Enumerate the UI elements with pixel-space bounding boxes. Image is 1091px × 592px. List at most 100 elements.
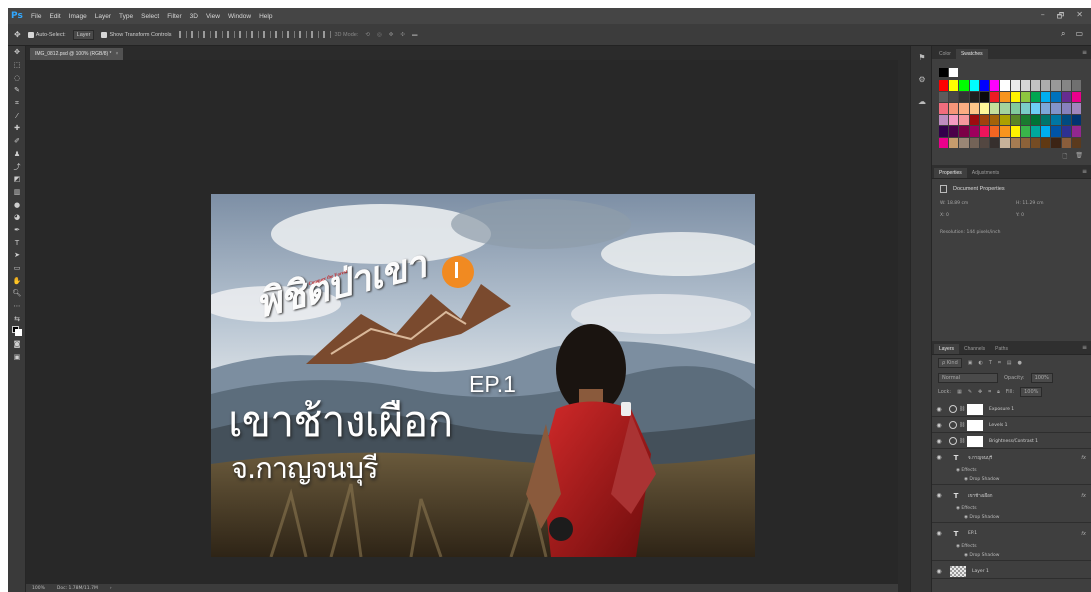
layer-row-text-ep[interactable]: ◉ T EP.1 fx <box>932 526 1091 541</box>
swatch-cell[interactable] <box>1071 80 1081 91</box>
document-tab[interactable]: IMG_0812.psd @ 100% (RGB/8) * × <box>30 48 124 60</box>
layer-row-text-province[interactable]: ◉ T จ.กาญจนบุรี fx <box>932 450 1091 465</box>
artwork-image[interactable]: พิชิตป่าเขา Conquer the Forest EP.1 เขาช… <box>211 194 755 557</box>
layer-row-levels[interactable]: ◉ ⛓ Levels 1 <box>932 418 1091 433</box>
swatch-cell[interactable] <box>949 114 959 125</box>
history-brush-tool-icon[interactable]: ⤴ <box>8 160 26 173</box>
swatch-cell[interactable] <box>1071 103 1081 114</box>
swatch-cell[interactable] <box>1020 114 1030 125</box>
zoom-level[interactable]: 100% <box>32 586 45 591</box>
menu-3d[interactable]: 3D <box>190 13 198 20</box>
swatch-cell[interactable] <box>1051 103 1061 114</box>
path-select-tool-icon[interactable]: ➤ <box>8 249 26 262</box>
libraries-panel-icon[interactable]: ☁ <box>911 90 933 112</box>
swatch-cell[interactable] <box>1041 91 1051 102</box>
swatch-cell[interactable] <box>1020 91 1030 102</box>
swatch-cell[interactable] <box>1010 137 1020 148</box>
swatch-cell[interactable] <box>990 137 1000 148</box>
swatch-cell[interactable] <box>1061 137 1071 148</box>
swatch-cell[interactable] <box>990 91 1000 102</box>
layer-row-text-title[interactable]: ◉ T เขาช้างเผือก fx <box>932 488 1091 503</box>
kind-filter-dropdown[interactable]: ρ Kind <box>938 358 962 368</box>
stamp-tool-icon[interactable]: ♟ <box>8 148 26 161</box>
swatch-cell[interactable] <box>979 137 990 148</box>
align-right-icon[interactable] <box>238 31 247 38</box>
swatch-cell[interactable] <box>969 91 979 102</box>
minimize-button[interactable]: – <box>1041 10 1045 24</box>
menu-select[interactable]: Select <box>141 13 159 20</box>
color-swatch-icon[interactable] <box>8 325 26 338</box>
visibility-eye-icon[interactable]: ◉ <box>932 530 946 537</box>
3d-scale-icon[interactable]: ▬ <box>412 32 418 38</box>
swatch-cell[interactable] <box>1051 80 1061 91</box>
swatch-cell[interactable] <box>959 91 969 102</box>
menu-view[interactable]: View <box>206 13 220 20</box>
swatch-cell[interactable] <box>1061 114 1071 125</box>
workspace-icon[interactable]: ▭ <box>1075 29 1083 39</box>
align-bottom-icon[interactable] <box>202 31 211 38</box>
lock-transparent-icon[interactable]: ▦ <box>957 389 962 395</box>
fx-icon[interactable]: fx <box>1081 455 1086 461</box>
swatch-cell[interactable] <box>990 114 1000 125</box>
type-tool-icon[interactable]: T <box>8 236 26 249</box>
swatch-cell[interactable] <box>1051 137 1061 148</box>
fx-icon[interactable]: fx <box>1081 531 1086 537</box>
swatch-cell[interactable] <box>1061 91 1071 102</box>
fx-icon[interactable]: fx <box>1081 493 1086 499</box>
screen-mode-icon[interactable]: ▣ <box>8 351 26 364</box>
healing-tool-icon[interactable]: ✚ <box>8 122 26 135</box>
swatch-cell[interactable] <box>1030 103 1041 114</box>
layer-mask-thumbnail[interactable] <box>967 419 983 431</box>
quick-select-tool-icon[interactable]: ✎ <box>8 84 26 97</box>
drop-shadow-row[interactable]: ◉ Drop Shadow <box>932 551 1091 561</box>
swatch-cell[interactable] <box>969 80 979 91</box>
hand-tool-icon[interactable]: ✋ <box>8 274 26 287</box>
properties-panel-icon[interactable]: ⚙ <box>911 68 933 90</box>
swatch-cell[interactable] <box>969 137 979 148</box>
swatch-cell[interactable] <box>1020 126 1030 137</box>
delete-swatch-icon[interactable]: 🗑 <box>1075 152 1083 162</box>
swatch-cell[interactable] <box>1000 114 1010 125</box>
swatch-cell[interactable] <box>939 137 949 148</box>
lasso-tool-icon[interactable]: ◌ <box>8 71 26 84</box>
menu-layer[interactable]: Layer <box>95 13 111 20</box>
move-tool-icon[interactable]: ✥ <box>14 30 21 39</box>
3d-orbit-icon[interactable]: ⟲ <box>365 32 370 38</box>
menu-type[interactable]: Type <box>119 13 133 20</box>
visibility-eye-icon[interactable]: ◉ <box>932 422 946 429</box>
swatch-cell[interactable] <box>949 137 959 148</box>
swatch-cell[interactable] <box>969 126 979 137</box>
auto-select-dropdown[interactable]: Layer <box>72 29 95 40</box>
swatch-cell[interactable] <box>990 103 1000 114</box>
tab-paths[interactable]: Paths <box>990 344 1013 354</box>
tab-color[interactable]: Color <box>934 49 956 59</box>
tab-swatches[interactable]: Swatches <box>955 49 988 59</box>
layer-mask-thumbnail[interactable] <box>967 435 983 447</box>
drop-shadow-row[interactable]: ◉ Drop Shadow <box>932 475 1091 485</box>
layer-row-exposure[interactable]: ◉ ⛓ Exposure 1 <box>932 402 1091 417</box>
filter-toggle-icon[interactable]: ● <box>1018 360 1022 366</box>
move-tool-icon[interactable]: ✥ <box>8 46 26 59</box>
canvas-area[interactable]: พิชิตป่าเขา Conquer the Forest EP.1 เขาช… <box>26 60 898 584</box>
distribute-hcenter-icon[interactable] <box>298 31 307 38</box>
swatch-cell[interactable] <box>1030 137 1041 148</box>
swatch-cell[interactable] <box>1000 126 1010 137</box>
swatch-cell[interactable] <box>1041 103 1051 114</box>
visibility-eye-icon[interactable]: ◉ <box>932 406 946 413</box>
swatch-cell[interactable] <box>1051 126 1061 137</box>
swatch-cell[interactable] <box>959 114 969 125</box>
swatch-cell[interactable] <box>1071 114 1081 125</box>
distribute-vcenter-icon[interactable] <box>262 31 271 38</box>
swatch-cell[interactable] <box>979 126 990 137</box>
swatch-cell[interactable] <box>949 103 959 114</box>
show-transform-checkbox[interactable]: Show Transform Controls <box>101 31 172 38</box>
lock-artboard-icon[interactable]: ⌗ <box>988 389 991 395</box>
distribute-left-icon[interactable] <box>286 31 295 38</box>
menu-image[interactable]: Image <box>69 13 87 20</box>
swatch-cell[interactable] <box>1071 137 1081 148</box>
visibility-eye-icon[interactable]: ◉ <box>932 568 946 575</box>
swatch-cell[interactable] <box>969 114 979 125</box>
lock-all-icon[interactable]: 🔒︎ <box>997 389 1000 395</box>
swatch-cell[interactable] <box>1030 80 1041 91</box>
swatch-cell[interactable] <box>939 114 949 125</box>
